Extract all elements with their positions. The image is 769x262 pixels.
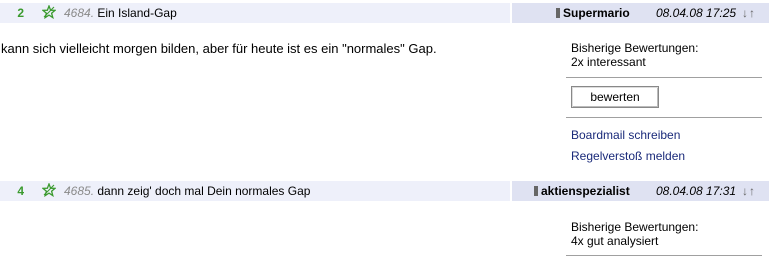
rating-count: 2 — [17, 6, 24, 20]
ratings-label: Bisherige Bewertungen: — [571, 41, 699, 55]
ratings-label: Bisherige Bewertungen: — [571, 220, 699, 234]
divider — [566, 77, 762, 78]
post-header: 2 4684. Ein Island-Gap Supermario 08.04.… — [0, 3, 769, 23]
author-label[interactable]: Supermario — [563, 6, 630, 20]
author-name[interactable]: Supermario — [556, 6, 630, 20]
star-award-icon[interactable] — [42, 183, 56, 197]
navigate-arrows-icon[interactable]: ↓↑ — [742, 6, 756, 20]
rate-button[interactable]: bewerten — [571, 86, 659, 108]
post-header: 4 4685. dann zeig' doch mal Dein normale… — [0, 181, 769, 201]
ratings-value: 4x gut analysiert — [571, 234, 659, 248]
report-violation-link[interactable]: Regelverstoß melden — [571, 149, 685, 163]
post-date: 08.04.08 17:31 — [656, 184, 737, 198]
user-status-icon — [556, 8, 560, 18]
post-title[interactable]: Ein Island-Gap — [97, 6, 176, 20]
author-name[interactable]: aktienspezialist — [534, 184, 630, 198]
user-status-icon — [534, 186, 538, 196]
navigate-arrows-icon[interactable]: ↓↑ — [742, 184, 756, 198]
divider — [566, 117, 762, 118]
post-number-and-title: 4685. dann zeig' doch mal Dein normales … — [64, 184, 310, 198]
ratings-value: 2x interessant — [571, 55, 646, 69]
boardmail-link[interactable]: Boardmail schreiben — [571, 128, 680, 142]
post-number: 4685. — [64, 184, 95, 198]
post-header-left: 2 4684. Ein Island-Gap — [0, 3, 510, 23]
post-date: 08.04.08 17:25 — [656, 6, 737, 20]
post-header-left: 4 4685. dann zeig' doch mal Dein normale… — [0, 181, 510, 201]
star-award-icon[interactable] — [42, 5, 56, 19]
post-number-and-title: 4684. Ein Island-Gap — [64, 6, 177, 20]
divider — [566, 255, 762, 256]
post-body: kann sich vielleicht morgen bilden, aber… — [1, 41, 437, 56]
author-label[interactable]: aktienspezialist — [541, 184, 630, 198]
post-title[interactable]: dann zeig' doch mal Dein normales Gap — [97, 184, 310, 198]
post-number: 4684. — [64, 6, 95, 20]
rating-count: 4 — [17, 184, 24, 198]
